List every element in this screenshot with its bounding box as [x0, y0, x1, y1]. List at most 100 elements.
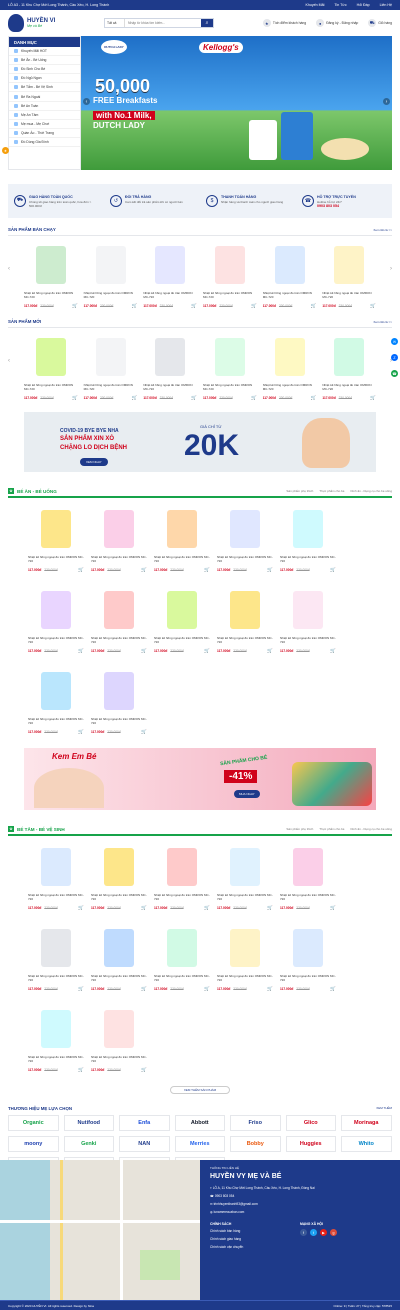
product-name[interactable]: Nhiệt kế hồng ngoại đo trán OMRON MC-720 — [28, 893, 84, 903]
add-to-cart-icon[interactable]: 🛒 — [204, 905, 210, 911]
category-item[interactable]: Quần Áo - Thời Trang — [9, 129, 80, 138]
baby-cream-banner[interactable]: Kem Em Bé SẢN PHẨM CHO BÉ -41% MUA NGAY — [24, 748, 376, 810]
add-to-cart-icon[interactable]: 🛒 — [78, 567, 84, 573]
view-all-link[interactable]: Xem tất cả >> — [373, 228, 392, 232]
prev-arrow-icon[interactable]: ‹ — [83, 98, 90, 105]
product-card[interactable]: Nhiệt kế hồng ngoại đo trán OMRON MC-720… — [143, 240, 197, 314]
product-name[interactable]: Nhiệt kế hồng ngoại đo trán OMRON MC-720 — [280, 974, 336, 984]
product-name[interactable]: Nhiệt kế hồng ngoại đo trán OMRON MC-720 — [203, 291, 257, 301]
category-item[interactable]: Bé Ăn - Bé Uống — [9, 56, 80, 66]
top-link-news[interactable]: Tin Tức — [334, 3, 346, 7]
product-name[interactable]: Nhiệt kế hồng ngoại đo trán OMRON MC-720 — [84, 291, 138, 301]
product-name[interactable]: Nhiệt kế hồng ngoại đo trán OMRON MC-720 — [154, 974, 210, 984]
brand-logo[interactable]: Bobby — [230, 1136, 281, 1152]
sub-link[interactable]: Sản phẩm phụ thích — [286, 827, 313, 831]
brand-logo[interactable]: Glico — [285, 1115, 336, 1131]
product-card[interactable]: Nhiệt kế hồng ngoại đo trán OMRON MC-720… — [84, 240, 138, 314]
product-card[interactable]: Nhiệt kế hồng ngoại đo trán OMRON MC-720… — [28, 923, 84, 997]
add-to-cart-icon[interactable]: 🛒 — [330, 986, 336, 992]
category-item[interactable]: Mẹ mua - Mẹ Chơi — [9, 120, 80, 129]
store-map[interactable] — [0, 1160, 200, 1300]
top-link-promo[interactable]: Khuyến Mãi — [305, 3, 324, 7]
product-name[interactable]: Nhiệt kế hồng ngoại đo trán OMRON MC-720 — [263, 291, 317, 301]
top-link-faq[interactable]: Hỏi Đáp — [357, 3, 370, 7]
product-card[interactable]: Nhiệt kế hồng ngoại đo trán OMRON MC-720… — [217, 923, 273, 997]
buy-now-button[interactable]: MUA NGAY — [234, 790, 260, 798]
brand-logo[interactable]: Merries — [174, 1136, 225, 1152]
top-link-contact[interactable]: Liên Hệ — [380, 3, 392, 7]
footer-website[interactable]: ◍ lunamerecuabon.com — [210, 1210, 390, 1214]
add-to-cart-icon[interactable]: 🛒 — [191, 395, 197, 401]
sub-link[interactable]: Sản phẩm phụ thích — [286, 489, 313, 493]
product-name[interactable]: Nhiệt kế hồng ngoại đo trán OMRON MC-720 — [84, 383, 138, 393]
product-card[interactable]: Nhiệt kế hồng ngoại đo trán OMRON MC-720… — [91, 1004, 147, 1078]
add-to-cart-icon[interactable]: 🛒 — [311, 303, 317, 309]
product-card[interactable]: Nhiệt kế hồng ngoại đo trán OMRON MC-720… — [91, 666, 147, 740]
next-arrow-icon[interactable]: › — [390, 266, 392, 272]
brand-logo[interactable]: Friso — [230, 1115, 281, 1131]
load-more-button[interactable]: XEM THÊM SẢN PHẨM — [170, 1086, 230, 1094]
product-card[interactable]: Nhiệt kế hồng ngoại đo trán OMRON MC-720… — [203, 332, 257, 406]
policy-link[interactable]: Chính sách giao hàng — [210, 1237, 300, 1241]
product-name[interactable]: Nhiệt kế hồng ngoại đo trán OMRON MC-720 — [217, 893, 273, 903]
product-name[interactable]: Nhiệt kế hồng ngoại đo trán OMRON MC-720 — [91, 717, 147, 727]
category-item[interactable]: Đồ Ngủ Ngon — [9, 74, 80, 84]
add-to-cart-icon[interactable]: 🛒 — [132, 303, 138, 309]
twitter-icon[interactable]: t — [310, 1229, 317, 1236]
product-name[interactable]: Nhiệt kế hồng ngoại đo trán OMRON MC-720 — [263, 383, 317, 393]
points-button[interactable]: ★ Tích điểm khách hàng — [262, 19, 306, 27]
add-to-cart-icon[interactable]: 🛒 — [141, 648, 147, 654]
category-item[interactable]: Khuyến Mãi HOT — [9, 47, 80, 57]
cart-button[interactable]: ⛟ Giỏ hàng — [368, 19, 392, 27]
product-card[interactable]: Nhiệt kế hồng ngoại đo trán OMRON MC-720… — [84, 332, 138, 406]
add-to-cart-icon[interactable]: 🛒 — [72, 303, 78, 309]
add-to-cart-icon[interactable]: 🛒 — [78, 729, 84, 735]
product-card[interactable]: Nhiệt kế hồng ngoại đo trán OMRON MC-720… — [217, 585, 273, 659]
product-name[interactable]: Nhiệt kế hồng ngoại đo trán OMRON MC-720 — [28, 974, 84, 984]
add-to-cart-icon[interactable]: 🛒 — [267, 648, 273, 654]
product-name[interactable]: Nhiệt kế hồng ngoại đo trán OMRON MC-720 — [143, 383, 197, 393]
add-to-cart-icon[interactable]: 🛒 — [141, 905, 147, 911]
product-name[interactable]: Nhiệt kế hồng ngoại đo trán OMRON MC-720 — [91, 893, 147, 903]
sub-link[interactable]: Dinh ăn - Dụng cụ cho bé uống — [350, 489, 392, 493]
product-name[interactable]: Nhiệt kế hồng ngoại đo trán OMRON MC-720 — [154, 893, 210, 903]
product-name[interactable]: Nhiệt kế hồng ngoại đo trán OMRON MC-720 — [24, 291, 78, 301]
product-name[interactable]: Nhiệt kế hồng ngoại đo trán OMRON MC-720 — [154, 636, 210, 646]
category-item[interactable]: Bé Tắm - Bé Vệ Sinh — [9, 83, 80, 93]
product-name[interactable]: Nhiệt kế hồng ngoại đo trán OMRON MC-720 — [280, 555, 336, 565]
product-name[interactable]: Nhiệt kế hồng ngoại đo trán OMRON MC-720 — [280, 893, 336, 903]
zalo-icon[interactable]: Z — [391, 354, 398, 361]
product-name[interactable]: Nhiệt kế hồng ngoại đo trán OMRON MC-720 — [154, 555, 210, 565]
product-name[interactable]: Nhiệt kế hồng ngoại đo trán OMRON MC-720 — [280, 636, 336, 646]
product-card[interactable]: Nhiệt kế hồng ngoại đo trán OMRON MC-720… — [24, 332, 78, 406]
product-card[interactable]: Nhiệt kế hồng ngoại đo trán OMRON MC-720… — [322, 240, 376, 314]
brand-logo[interactable]: Whito — [341, 1136, 392, 1152]
add-to-cart-icon[interactable]: 🛒 — [78, 648, 84, 654]
search-category-select[interactable]: Tất cả — [105, 19, 125, 27]
product-name[interactable]: Nhiệt kế hồng ngoại đo trán OMRON MC-720 — [28, 717, 84, 727]
add-to-cart-icon[interactable]: 🛒 — [141, 986, 147, 992]
add-to-cart-icon[interactable]: 🛒 — [191, 303, 197, 309]
logo[interactable]: HUYỀN VI Mẹ và Bé — [8, 14, 80, 32]
add-to-cart-icon[interactable]: 🛒 — [204, 567, 210, 573]
category-bath-title[interactable]: BÉ TẮM - BÉ VỆ SINH — [17, 827, 65, 832]
policy-link[interactable]: Chính sách vận chuyển — [210, 1245, 300, 1249]
next-arrow-icon[interactable]: › — [383, 98, 390, 105]
category-item[interactable]: Mẹ An Tâm — [9, 111, 80, 120]
product-card[interactable]: Nhiệt kế hồng ngoại đo trán OMRON MC-720… — [91, 585, 147, 659]
prev-arrow-icon[interactable]: ‹ — [8, 358, 10, 364]
product-card[interactable]: Nhiệt kế hồng ngoại đo trán OMRON MC-720… — [28, 842, 84, 916]
brand-logo[interactable]: Abbott — [174, 1115, 225, 1131]
add-to-cart-icon[interactable]: 🛒 — [267, 905, 273, 911]
product-card[interactable]: Nhiệt kế hồng ngoại đo trán OMRON MC-720… — [154, 842, 210, 916]
category-item[interactable]: Đồ Sinh Cho Bé — [9, 65, 80, 75]
brand-logo[interactable]: NAN — [119, 1136, 170, 1152]
category-item[interactable]: Bé Ra Ngoài — [9, 92, 80, 102]
product-card[interactable]: Nhiệt kế hồng ngoại đo trán OMRON MC-720… — [263, 240, 317, 314]
product-card[interactable]: Nhiệt kế hồng ngoại đo trán OMRON MC-720… — [217, 842, 273, 916]
search-input[interactable] — [125, 19, 201, 27]
prev-arrow-icon[interactable]: ‹ — [8, 266, 10, 272]
add-to-cart-icon[interactable]: 🛒 — [204, 648, 210, 654]
product-name[interactable]: Nhiệt kế hồng ngoại đo trán OMRON MC-720 — [28, 555, 84, 565]
google-plus-icon[interactable]: g — [330, 1229, 337, 1236]
